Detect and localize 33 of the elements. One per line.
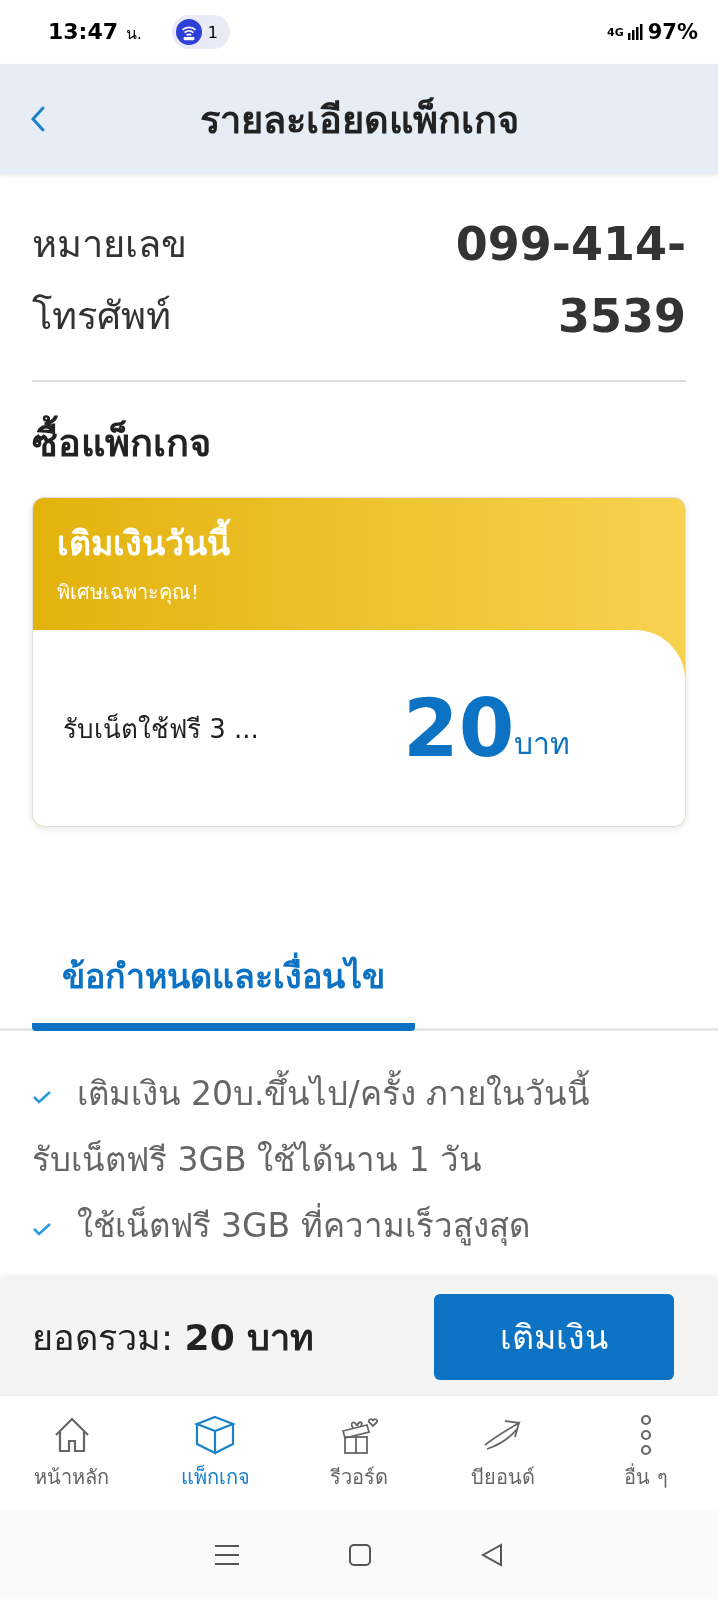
top-up-button[interactable]: เติมเงิน <box>434 1294 674 1380</box>
price-unit: บาท <box>514 724 571 763</box>
back-icon[interactable] <box>30 105 46 133</box>
terms-tab[interactable]: ข้อกำหนดและเงื่อนไข <box>32 937 415 1031</box>
term-text: รับเน็ตฟรี 3GB ใช้ได้นาน 1 วัน <box>32 1140 483 1179</box>
box-icon <box>193 1413 238 1457</box>
notification-count: 1 <box>207 22 218 42</box>
phone-number: 099-414-3539 <box>454 216 686 345</box>
home-square-icon[interactable] <box>348 1542 372 1567</box>
offer-description: รับเน็ตใช้ฟรี 3 ... <box>63 712 260 746</box>
back-triangle-icon[interactable] <box>480 1542 504 1567</box>
nav-item[interactable]: บียอนด์ <box>437 1412 568 1494</box>
offer-subtitle: พิเศษเฉพาะคุณ! <box>57 579 201 607</box>
phone-label: หมายเลข โทรศัพท์ <box>32 221 188 340</box>
more-icon <box>639 1413 654 1457</box>
signal-icon <box>627 24 644 40</box>
battery-level: 97% <box>647 20 698 44</box>
status-time: 13:47 น. <box>48 18 142 46</box>
offer-title: เติมเงินวันนี้ <box>57 516 661 570</box>
offer-card[interactable]: เติมเงินวันนี้ พิเศษเฉพาะคุณ! รับเน็ตใช้ฟรี 3 ... 20บาท <box>32 497 686 827</box>
nav-item[interactable]: รีวอร์ด <box>294 1412 424 1494</box>
check-icon <box>32 1089 52 1105</box>
nav-item[interactable]: หน้าหลัก <box>6 1412 137 1494</box>
nav-item[interactable]: แพ็กเกจ <box>150 1412 281 1494</box>
wifi-icon <box>175 19 202 45</box>
menu-icon[interactable] <box>214 1543 240 1566</box>
page-title: รายละเอียดแพ็กเกจ <box>199 96 519 144</box>
nav-item[interactable]: อื่น ๆ <box>581 1412 712 1494</box>
check-icon <box>32 1221 52 1237</box>
network-type: 4G <box>607 25 624 39</box>
total-label: ยอดรวม: 20 บาท <box>32 1315 315 1360</box>
offer-price: 20 <box>403 681 515 775</box>
section-title: ซื้อแพ็กเกจ <box>32 412 686 473</box>
